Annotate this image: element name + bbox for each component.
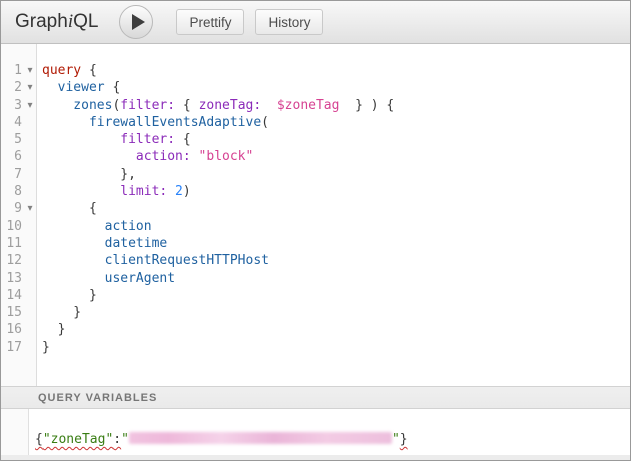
line-number: 4 <box>1 114 22 131</box>
code-line: 7 }, <box>1 166 630 183</box>
code-line: 16 } <box>1 321 630 338</box>
code-line: 6 action: "block" <box>1 148 630 165</box>
fold-gutter-spacer <box>22 270 38 287</box>
prettify-button-label: Prettify <box>189 15 231 30</box>
fold-arrow-icon[interactable]: ▾ <box>22 79 38 96</box>
code-line: 8 limit: 2) <box>1 183 630 200</box>
line-number: 15 <box>1 304 22 321</box>
line-number: 9 <box>1 200 22 217</box>
fold-gutter-spacer <box>22 148 38 165</box>
toolbar: GraphiQL Prettify History <box>1 1 630 44</box>
prettify-button[interactable]: Prettify <box>176 9 244 35</box>
line-number: 8 <box>1 183 22 200</box>
play-icon <box>132 14 145 30</box>
code-line: 17} <box>1 339 630 356</box>
history-button-label: History <box>268 15 310 30</box>
bottom-strip <box>1 455 630 460</box>
fold-gutter-spacer <box>22 339 38 356</box>
variables-header[interactable]: QUERY VARIABLES <box>1 386 630 409</box>
code-line: 11 datetime <box>1 235 630 252</box>
fold-gutter-spacer <box>22 114 38 131</box>
execute-button[interactable] <box>119 5 153 39</box>
code-line: 1▾query { <box>1 62 630 79</box>
graphiql-window: GraphiQL Prettify History 1▾query {2▾ vi… <box>0 0 631 461</box>
fold-arrow-icon[interactable]: ▾ <box>22 97 38 114</box>
line-number: 13 <box>1 270 22 287</box>
code-line: 3▾ zones(filter: { zoneTag: $zoneTag } )… <box>1 97 630 114</box>
query-editor[interactable]: 1▾query {2▾ viewer {3▾ zones(filter: { z… <box>1 44 630 386</box>
code-line: 15 } <box>1 304 630 321</box>
query-editor-lines: 1▾query {2▾ viewer {3▾ zones(filter: { z… <box>1 44 630 356</box>
line-number: 7 <box>1 166 22 183</box>
code-line: 14 } <box>1 287 630 304</box>
code-line: 2▾ viewer { <box>1 79 630 96</box>
fold-gutter-spacer <box>22 166 38 183</box>
line-number: 11 <box>1 235 22 252</box>
code-line: 12 clientRequestHTTPHost <box>1 252 630 269</box>
line-number: 5 <box>1 131 22 148</box>
fold-arrow-icon[interactable]: ▾ <box>22 62 38 79</box>
code-line: 4 firewallEventsAdaptive( <box>1 114 630 131</box>
fold-gutter-spacer <box>22 304 38 321</box>
variables-title: QUERY VARIABLES <box>38 392 157 404</box>
line-number: 3 <box>1 97 22 114</box>
line-number: 12 <box>1 252 22 269</box>
line-number: 2 <box>1 79 22 96</box>
line-number: 6 <box>1 148 22 165</box>
fold-gutter-spacer <box>22 287 38 304</box>
code-line: 9▾ { <box>1 200 630 217</box>
line-number: 1 <box>1 62 22 79</box>
variables-editor[interactable]: 1 {"zoneTag":""} <box>1 409 630 460</box>
logo-text-graph: Graph <box>15 11 68 32</box>
variables-line-content: {"zoneTag":""} <box>30 432 408 449</box>
variables-gutter <box>1 409 29 460</box>
history-button[interactable]: History <box>255 9 323 35</box>
fold-gutter-spacer <box>22 321 38 338</box>
redacted-zone-tag-value <box>129 432 392 444</box>
line-number: 16 <box>1 321 22 338</box>
fold-gutter-spacer <box>22 183 38 200</box>
code-line: 10 action <box>1 218 630 235</box>
code-line: 13 userAgent <box>1 270 630 287</box>
fold-gutter-spacer <box>22 252 38 269</box>
code-line: 5 filter: { <box>1 131 630 148</box>
fold-gutter-spacer <box>22 235 38 252</box>
logo-text-ql: QL <box>73 11 98 32</box>
line-number: 17 <box>1 339 22 356</box>
line-number: 10 <box>1 218 22 235</box>
fold-gutter-spacer <box>22 131 38 148</box>
fold-arrow-icon[interactable]: ▾ <box>22 200 38 217</box>
fold-gutter-spacer <box>22 218 38 235</box>
variables-line: 1 {"zoneTag":""} <box>1 409 630 449</box>
graphiql-logo: GraphiQL <box>15 11 98 33</box>
line-number: 14 <box>1 287 22 304</box>
